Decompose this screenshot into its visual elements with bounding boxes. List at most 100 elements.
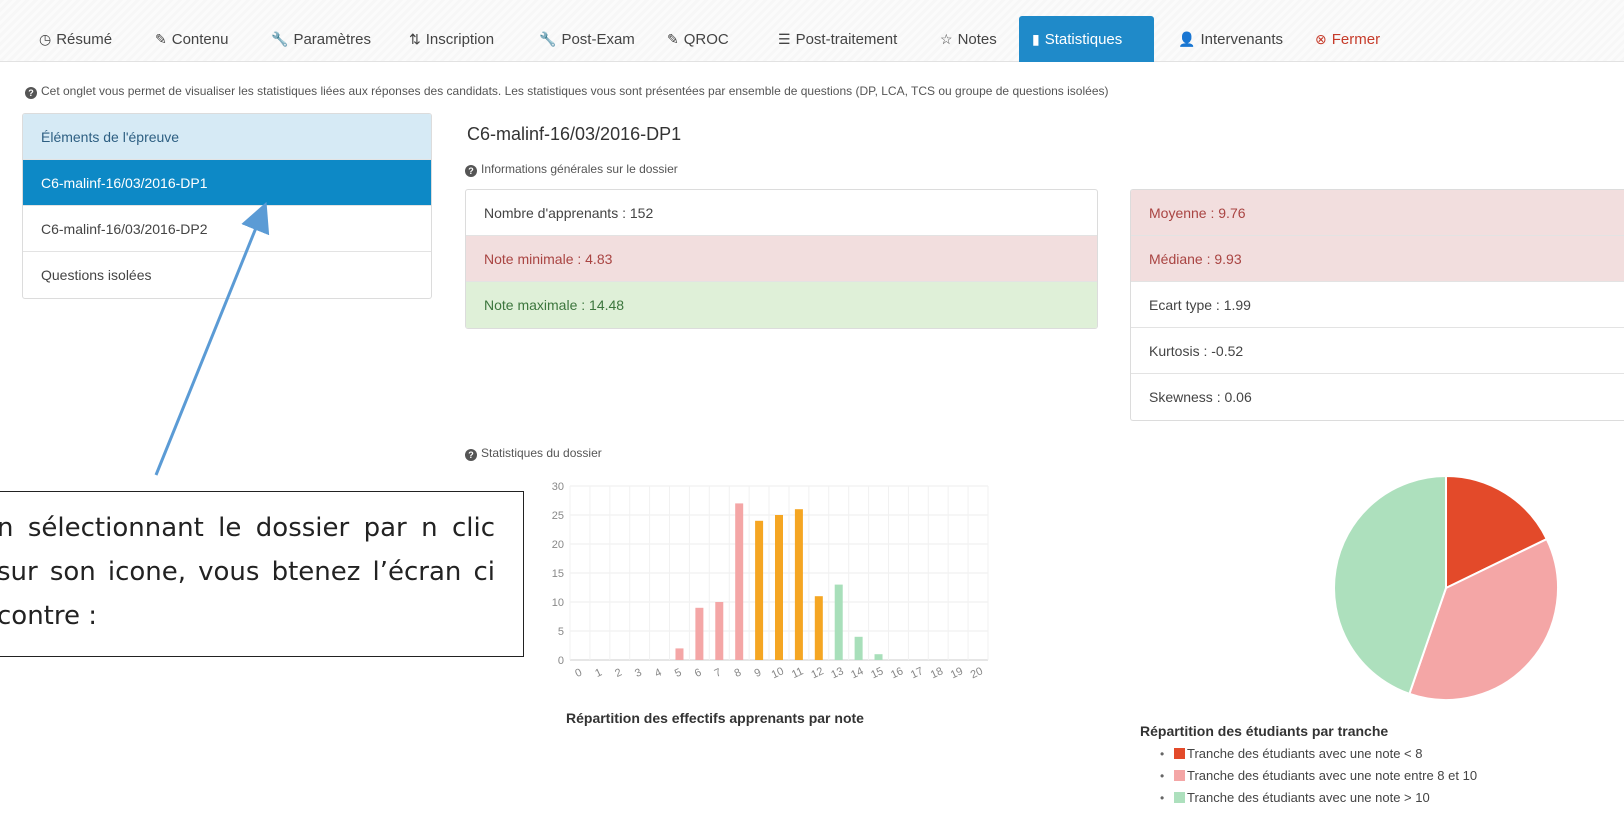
- edit-icon: ✎: [155, 31, 167, 47]
- list-item-questions-isolees[interactable]: Questions isolées: [23, 252, 431, 298]
- tab-intervenants[interactable]: 👤 Intervenants: [1165, 16, 1296, 62]
- learners-count: Nombre d'apprenants : 152: [466, 190, 1097, 236]
- tab-post-exam[interactable]: 🔧 Post-Exam: [526, 16, 648, 62]
- max-note: Note maximale : 14.48: [466, 282, 1097, 328]
- skewness-value: Skewness : 0.06: [1149, 389, 1252, 405]
- stddev-value: Ecart type : 1.99: [1131, 282, 1624, 328]
- bullet: •: [1160, 747, 1165, 761]
- info-text: Cet onglet vous permet de visualiser les…: [41, 84, 1109, 98]
- bar-chart-icon: ▮: [1032, 31, 1040, 47]
- dossier-subtitle: ? Informations générales sur le dossier: [465, 162, 678, 177]
- annotation-callout: n sélectionnant le dossier par n clic su…: [0, 491, 524, 657]
- x-tick-label: 4: [653, 667, 664, 680]
- bar: [834, 584, 843, 660]
- x-tick-label: 9: [753, 667, 764, 680]
- legend-item: • Tranche des étudiants avec une note ent…: [1160, 765, 1477, 787]
- pie-legend: • Tranche des étudiants avec une note < 8…: [1160, 743, 1477, 809]
- tab-resume[interactable]: ◷ Résumé: [26, 16, 125, 62]
- tab-statistiques[interactable]: ▮ Statistiques: [1019, 16, 1154, 62]
- y-tick-label: 0: [558, 655, 564, 667]
- x-tick-label: 18: [929, 665, 945, 681]
- descriptive-stats-panel: Moyenne : 9.76 Médiane : 9.93 Ecart type…: [1130, 189, 1624, 421]
- chart-section-label-text: Statistiques du dossier: [481, 446, 602, 460]
- y-tick-label: 25: [552, 510, 564, 522]
- mean-value: Moyenne : 9.76: [1131, 190, 1624, 236]
- legend-item: • Tranche des étudiants avec une note < 8: [1160, 743, 1477, 765]
- elements-list: Éléments de l'épreuve C6-malinf-16/03/20…: [22, 113, 432, 299]
- legend-swatch: [1174, 748, 1185, 759]
- x-tick-label: 13: [829, 665, 845, 681]
- list-item-dp1[interactable]: C6-malinf-16/03/2016-DP1: [23, 160, 431, 206]
- bar: [794, 509, 803, 660]
- question-icon: ?: [25, 87, 37, 99]
- y-tick-label: 5: [558, 626, 564, 638]
- median-value: Médiane : 9.93: [1131, 236, 1624, 282]
- bar: [735, 503, 744, 660]
- bar: [854, 636, 863, 660]
- list-icon: ☰: [778, 31, 791, 47]
- sort-icon: ⇅: [409, 31, 421, 47]
- bar: [775, 515, 783, 660]
- bar: [715, 602, 724, 660]
- tab-fermer[interactable]: ⊗ Fermer: [1302, 16, 1393, 62]
- user-icon: 👤: [1178, 31, 1196, 47]
- x-tick-label: 3: [633, 667, 644, 680]
- tab-label: Fermer: [1331, 31, 1381, 48]
- question-icon: ?: [465, 165, 477, 177]
- x-tick-label: 20: [969, 665, 985, 681]
- legend-label: Tranche des étudiants avec une note entr…: [1187, 768, 1478, 783]
- list-item-dp2[interactable]: C6-malinf-16/03/2016-DP2: [23, 206, 431, 252]
- x-tick-label: 2: [613, 667, 624, 680]
- tab-label: Résumé: [56, 31, 113, 48]
- legend-swatch: [1174, 770, 1185, 781]
- dossier-title: C6-malinf-16/03/2016-DP1: [467, 124, 682, 144]
- chart-section-label: ? Statistiques du dossier: [465, 446, 602, 461]
- pie-chart: [1333, 474, 1559, 701]
- legend-swatch: [1174, 792, 1185, 803]
- bar: [874, 654, 883, 660]
- tab-label: Intervenants: [1200, 31, 1283, 48]
- x-tick-label: 5: [673, 667, 684, 680]
- bar: [814, 596, 823, 660]
- tab-label: Statistiques: [1044, 31, 1123, 48]
- elements-list-header: Éléments de l'épreuve: [23, 114, 431, 160]
- x-tick-label: 14: [849, 665, 865, 681]
- bar: [755, 520, 764, 660]
- x-tick-label: 10: [770, 665, 786, 681]
- pencil-icon: ✎: [667, 31, 679, 47]
- legend-label: Tranche des étudiants avec une note > 10: [1187, 790, 1430, 805]
- question-icon: ?: [465, 449, 477, 461]
- tab-label: Notes: [957, 31, 997, 48]
- tab-inscription[interactable]: ⇅ Inscription: [396, 16, 507, 62]
- y-tick-label: 30: [552, 481, 564, 493]
- bullet: •: [1160, 769, 1165, 783]
- tab-notes[interactable]: ☆ Notes: [927, 16, 1010, 62]
- kurtosis-value: Kurtosis : -0.52: [1131, 328, 1624, 374]
- general-stats-panel: Nombre d'apprenants : 152 Note minimale …: [465, 189, 1098, 329]
- bar: [675, 648, 684, 660]
- x-tick-label: 6: [693, 667, 704, 680]
- bullet: •: [1160, 791, 1165, 805]
- bar-chart: 0510152025300 1 2 3 4 5 6 7 8 9 10 11 12 13 14 15 16 17 18…: [552, 481, 989, 681]
- tab-label: QROC: [683, 31, 729, 48]
- tab-parametres[interactable]: 🔧 Paramètres: [258, 16, 384, 62]
- pie-chart-title: Répartition des étudiants par tranche: [1140, 723, 1389, 739]
- tab-contenu[interactable]: ✎ Contenu: [142, 16, 241, 62]
- x-tick-label: 7: [713, 667, 724, 680]
- legend-item: • Tranche des étudiants avec une note > 1…: [1160, 787, 1477, 809]
- wrench-icon: 🔧: [271, 31, 289, 47]
- wrench-icon: 🔧: [539, 31, 557, 47]
- tab-qroc[interactable]: ✎ QROC: [654, 16, 742, 62]
- min-note: Note minimale : 4.83: [466, 236, 1097, 282]
- tab-post-traitement[interactable]: ☰ Post-traitement: [765, 16, 910, 62]
- x-tick-label: 17: [909, 665, 925, 681]
- star-icon: ☆: [940, 31, 953, 47]
- info-line: ? Cet onglet vous permet de visualiser le…: [25, 84, 1109, 99]
- x-tick-label: 12: [809, 665, 825, 681]
- y-tick-label: 10: [552, 597, 564, 609]
- x-tick-label: 8: [733, 667, 744, 680]
- x-tick-label: 15: [869, 665, 885, 681]
- bar-chart-title: Répartition des effectifs apprenants par…: [566, 710, 864, 726]
- clock-icon: ◷: [39, 31, 52, 47]
- tab-label: Contenu: [171, 31, 229, 48]
